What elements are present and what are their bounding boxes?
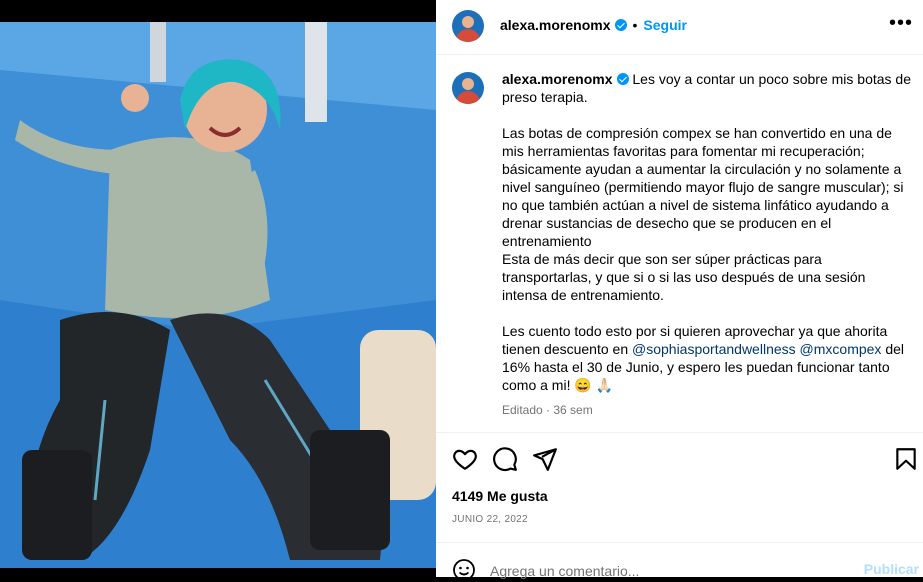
divider — [436, 542, 923, 543]
post-photo[interactable] — [0, 0, 436, 577]
follow-button[interactable]: Seguir — [643, 17, 687, 33]
action-bar — [436, 444, 923, 476]
publish-button[interactable]: Publicar — [864, 561, 919, 577]
post-age[interactable]: 36 sem — [553, 403, 592, 417]
username-link[interactable]: alexa.morenomx — [500, 17, 611, 33]
caption-body: Las botas de compresión compex se han co… — [502, 125, 904, 357]
comment-box: Publicar — [436, 544, 923, 582]
mention-link[interactable]: @sophiasportandwellness — [632, 341, 796, 357]
post-header: alexa.morenomx • Seguir ••• — [436, 0, 923, 55]
emoji-icon[interactable] — [452, 558, 476, 582]
more-options-icon[interactable]: ••• — [889, 13, 913, 33]
send-icon[interactable] — [532, 446, 558, 472]
post-image — [0, 0, 436, 577]
header-user: alexa.morenomx • Seguir — [500, 17, 687, 35]
avatar[interactable] — [452, 10, 484, 42]
verified-badge-icon — [614, 19, 627, 31]
separator-dot: • — [632, 17, 638, 33]
post-caption: alexa.morenomx Les voy a contar un poco … — [502, 70, 912, 394]
caption-username-link[interactable]: alexa.morenomx — [502, 71, 613, 87]
bookmark-icon[interactable] — [893, 446, 919, 472]
post-panel: alexa.morenomx • Seguir ••• alexa.morenomx… — [436, 0, 923, 582]
post-date: JUNIO 22, 2022 — [452, 514, 528, 525]
comment-icon[interactable] — [492, 446, 518, 472]
divider — [436, 432, 923, 433]
caption-meta: Editado · 36 sem — [502, 403, 593, 417]
heart-icon[interactable] — [452, 446, 478, 472]
caption-verified-badge-icon — [616, 73, 629, 85]
mention-link[interactable]: @mxcompex — [800, 341, 882, 357]
likes-count[interactable]: 4149 Me gusta — [452, 488, 548, 504]
caption-avatar[interactable] — [452, 72, 484, 104]
comment-input[interactable] — [490, 560, 820, 582]
edited-label: Editado — [502, 403, 543, 417]
